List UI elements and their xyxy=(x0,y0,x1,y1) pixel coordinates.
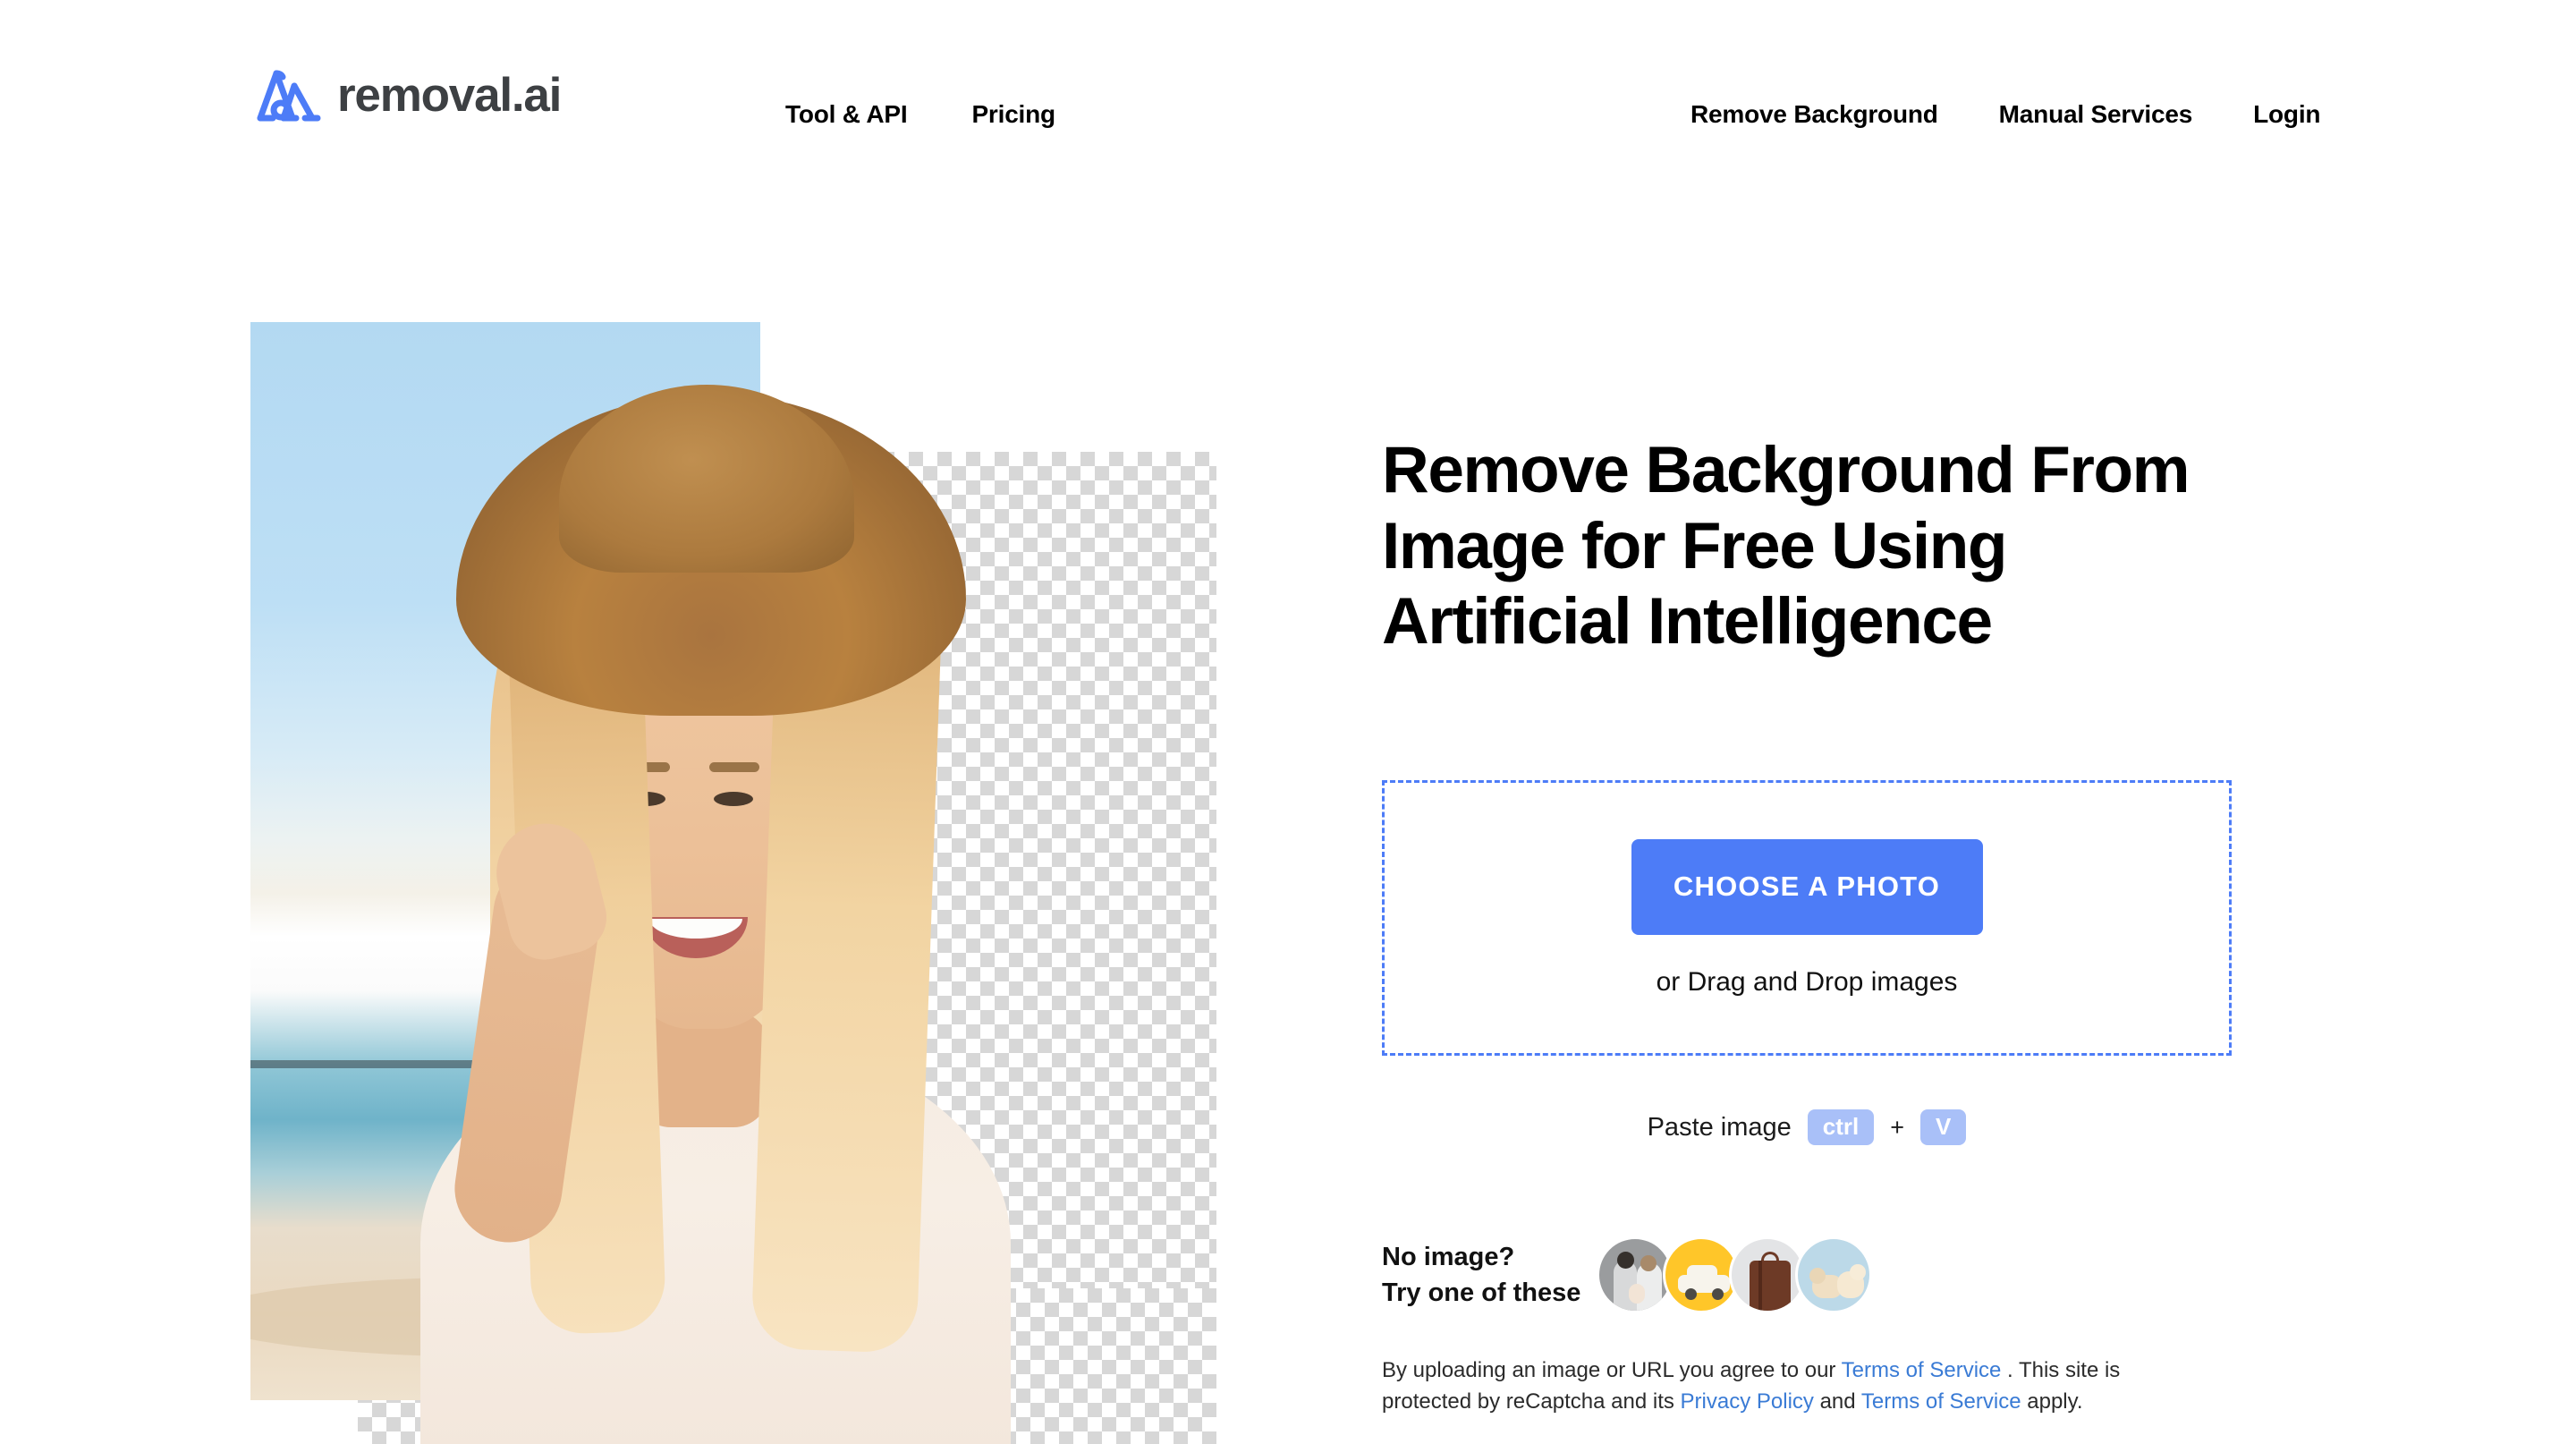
choose-a-photo-button[interactable]: CHOOSE A PHOTO xyxy=(1631,838,1983,935)
suitcase-stripe xyxy=(1758,1261,1762,1311)
v-key-badge[interactable]: V xyxy=(1920,1109,1967,1145)
teeth xyxy=(649,919,742,939)
sample-label-line-2: Try one of these xyxy=(1382,1278,1581,1307)
primary-nav-left: Tool & API Pricing xyxy=(785,100,1055,129)
puppy-head-right xyxy=(1850,1264,1866,1280)
legal-text-part-4: apply. xyxy=(2021,1389,2083,1414)
sample-images-label: No image? Try one of these xyxy=(1382,1239,1597,1311)
subject-woman xyxy=(358,322,1020,1444)
legal-text-part-3: and xyxy=(1813,1389,1861,1414)
nav-item-tool-api[interactable]: Tool & API xyxy=(785,100,908,129)
headline-line-2: Image for Free Using xyxy=(1382,509,2008,582)
brand-logo[interactable]: removal.ai xyxy=(253,63,562,127)
terms-of-service-link-2[interactable]: Terms of Service xyxy=(1861,1389,2021,1414)
baby-shape xyxy=(1629,1284,1645,1304)
suitcase-body xyxy=(1750,1261,1791,1311)
sample-thumbnail-list xyxy=(1597,1236,1872,1313)
page-title: Remove Background From Image for Free Us… xyxy=(1382,433,2241,660)
ctrl-key-badge[interactable]: ctrl xyxy=(1807,1109,1875,1145)
hero-before-after-image xyxy=(250,322,1216,1444)
car-wheel-front xyxy=(1685,1288,1697,1300)
paste-image-label: Paste image xyxy=(1647,1112,1792,1142)
couple-head-left xyxy=(1617,1252,1634,1269)
terms-of-service-link-1[interactable]: Terms of Service xyxy=(1842,1358,2002,1382)
nav-item-remove-background[interactable]: Remove Background xyxy=(1690,100,1938,129)
puppy-head-left xyxy=(1809,1268,1826,1284)
hero-copy: Remove Background From Image for Free Us… xyxy=(1382,433,2241,660)
removal-logo-icon xyxy=(257,70,321,122)
eyebrow-right xyxy=(709,762,759,772)
sample-thumbnail-two-puppies[interactable] xyxy=(1795,1236,1872,1313)
headline-line-3: Artificial Intelligence xyxy=(1382,585,1993,658)
car-wheel-rear xyxy=(1712,1288,1724,1300)
brand-name: removal.ai xyxy=(337,68,562,122)
nav-item-login[interactable]: Login xyxy=(2253,100,2320,129)
sample-label-line-1: No image? xyxy=(1382,1242,1515,1271)
legal-disclaimer: By uploading an image or URL you agree t… xyxy=(1382,1355,2178,1418)
nav-item-manual-services[interactable]: Manual Services xyxy=(1999,100,2193,129)
privacy-policy-link[interactable]: Privacy Policy xyxy=(1681,1389,1814,1414)
key-plus-separator: + xyxy=(1890,1113,1905,1141)
drag-and-drop-hint: or Drag and Drop images xyxy=(1656,966,1958,997)
paste-image-row: Paste image ctrl + V xyxy=(1382,1109,2232,1145)
primary-nav-right: Remove Background Manual Services Login xyxy=(1690,100,2321,129)
upload-dropzone[interactable]: CHOOSE A PHOTO or Drag and Drop images xyxy=(1382,780,2232,1056)
legal-text-part-1: By uploading an image or URL you agree t… xyxy=(1382,1358,1842,1382)
eye-right xyxy=(714,792,753,806)
nav-item-pricing[interactable]: Pricing xyxy=(971,100,1055,129)
couple-head-right xyxy=(1640,1255,1657,1271)
site-header: removal.ai Tool & API Pricing Remove Bac… xyxy=(0,0,2576,188)
headline-line-1: Remove Background From xyxy=(1382,434,2190,506)
sample-images-section: No image? Try one of these xyxy=(1382,1236,1872,1313)
